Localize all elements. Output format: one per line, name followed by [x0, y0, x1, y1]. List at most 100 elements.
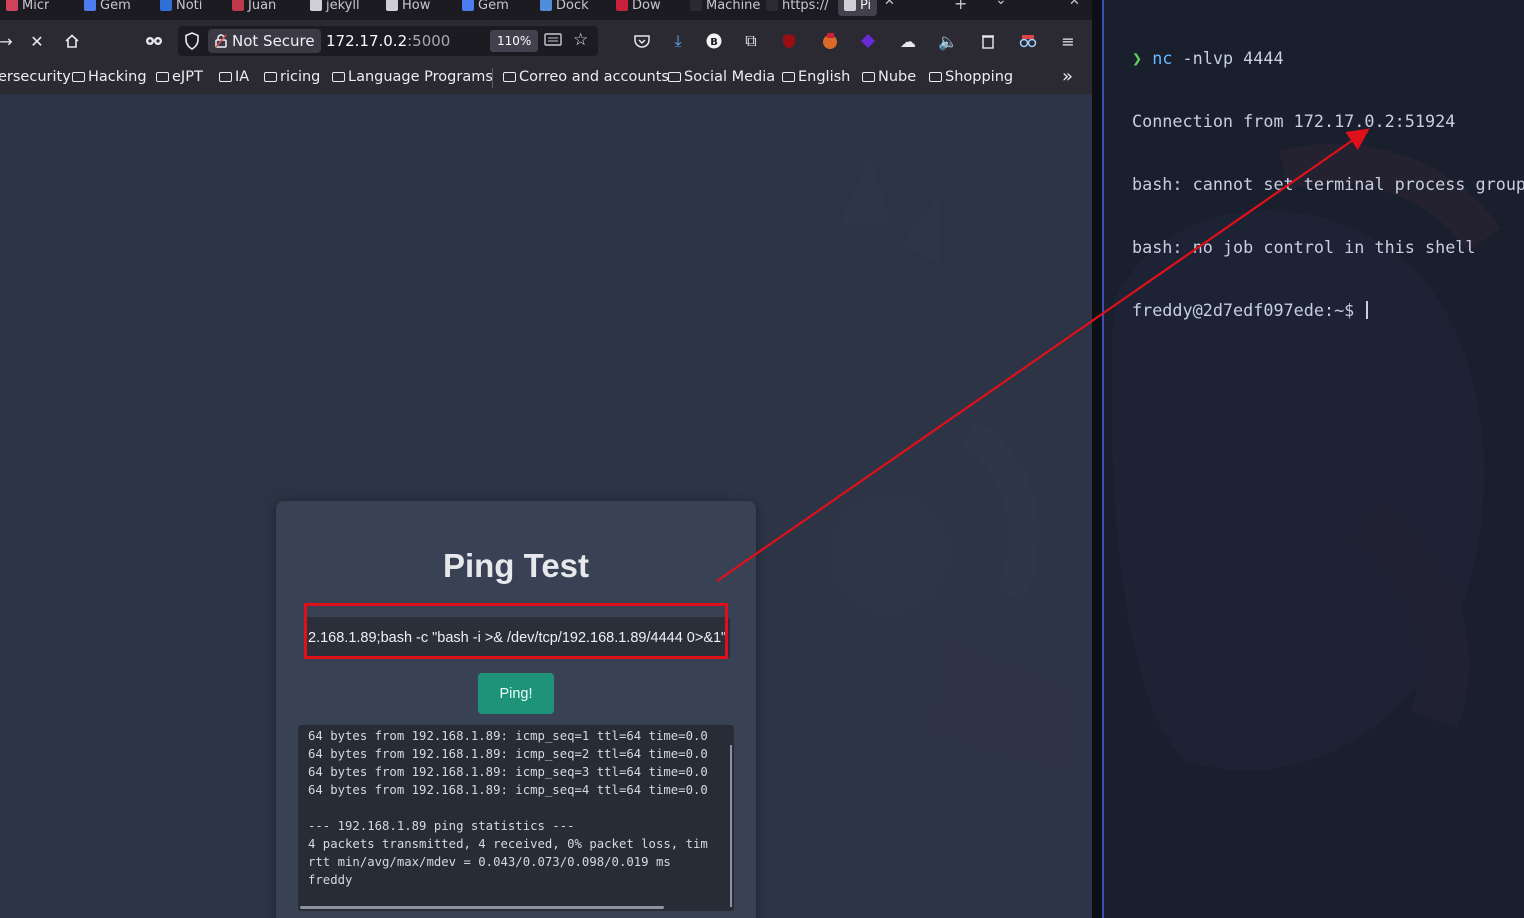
- browser-tab[interactable]: https://: [766, 0, 829, 16]
- ping-output-box[interactable]: 64 bytes from 192.168.1.89: icmp_seq=1 t…: [298, 725, 734, 911]
- bookmark-item[interactable]: Hacking: [72, 69, 147, 85]
- bookmark-item[interactable]: Correo and accounts: [503, 69, 669, 85]
- menu-icon[interactable]: ≡: [1056, 29, 1080, 53]
- extension-trash-icon[interactable]: [976, 29, 1000, 53]
- bookmark-item[interactable]: Shopping: [929, 69, 1013, 85]
- sound-icon[interactable]: 🔈: [936, 29, 960, 53]
- output-line: 64 bytes from 192.168.1.89: icmp_seq=4 t…: [308, 783, 708, 797]
- browser-tab[interactable]: Gem: [84, 0, 131, 16]
- stop-icon[interactable]: ✕: [25, 29, 49, 53]
- home-icon[interactable]: [60, 29, 84, 53]
- ping-button[interactable]: Ping!: [478, 673, 554, 714]
- svg-text:B: B: [710, 37, 718, 48]
- ping-test-card: Ping Test 2.168.1.89;bash -c "bash -i >&…: [276, 501, 756, 918]
- bookmark-item[interactable]: IA: [219, 69, 249, 85]
- tab-favicon-icon: [462, 0, 474, 11]
- bookmark-label: ricing: [280, 69, 321, 85]
- shield-icon[interactable]: [184, 32, 200, 54]
- bookmark-item[interactable]: ersecurity: [0, 69, 71, 85]
- bookmark-item[interactable]: ricing: [264, 69, 320, 85]
- extension-purple-icon[interactable]: [856, 29, 880, 53]
- output-line: --- 192.168.1.89 ping statistics ---: [308, 819, 575, 833]
- url-port: :5000: [407, 32, 451, 50]
- browser-tab[interactable]: Gem: [462, 0, 509, 16]
- tab-favicon-icon: [844, 0, 856, 11]
- ping-output-text: 64 bytes from 192.168.1.89: icmp_seq=1 t…: [298, 725, 734, 891]
- pocket-icon[interactable]: [630, 29, 654, 53]
- unlocked-icon: [215, 34, 227, 48]
- prompt-arrow-icon: ❯: [1132, 48, 1143, 68]
- ublock-icon[interactable]: [777, 29, 801, 53]
- extension-fox-icon[interactable]: [818, 29, 842, 53]
- window-close-icon[interactable]: ✕: [1069, 0, 1080, 9]
- terminal-output: ❯ nc -nlvp 4444 Connection from 172.17.0…: [1132, 6, 1524, 363]
- tab-label: https://: [782, 0, 829, 13]
- navigation-toolbar: → ✕ Not Secure 172.17.0.2:5000 110% ☆ ⤓ …: [0, 20, 1092, 62]
- tab-bar: Micr Gem Noti Juan jekyll How Gem Dock Dow Machin…: [0, 0, 1092, 20]
- url-bar[interactable]: Not Secure 172.17.0.2:5000 110% ☆: [178, 26, 598, 56]
- browser-tab[interactable]: Juan: [232, 0, 276, 16]
- browser-tab[interactable]: Machine: [690, 0, 760, 16]
- shell-prompt-line[interactable]: freddy@2d7edf097ede:~$: [1132, 300, 1524, 321]
- extension-spy-icon[interactable]: [1016, 29, 1040, 53]
- terminal-command-line: ❯ nc -nlvp 4444: [1132, 48, 1524, 69]
- bookmark-item[interactable]: Social Media: [668, 69, 775, 85]
- output-line: 64 bytes from 192.168.1.89: icmp_seq=3 t…: [308, 765, 708, 779]
- bookmarks-toolbar: ersecurity Hacking eJPT IA ricing Language Pr…: [0, 62, 1092, 95]
- zoom-level-badge[interactable]: 110%: [490, 30, 539, 52]
- tab-label: jekyll: [326, 0, 360, 13]
- output-horizontal-scrollbar[interactable]: [300, 906, 664, 909]
- bookmark-label: Shopping: [945, 69, 1014, 85]
- not-secure-label: Not Secure: [232, 32, 315, 50]
- bookmark-star-icon[interactable]: ☆: [573, 30, 588, 50]
- forward-icon[interactable]: →: [0, 29, 18, 53]
- bookmark-label: Hacking: [88, 69, 147, 85]
- browser-tab[interactable]: Pi: [838, 0, 878, 16]
- terminal-line: bash: no job control in this shell: [1132, 237, 1476, 257]
- terminal-window[interactable]: ❯ nc -nlvp 4444 Connection from 172.17.0…: [1104, 0, 1524, 918]
- new-tab-icon[interactable]: +: [954, 0, 967, 13]
- extension-b-icon[interactable]: B: [702, 29, 726, 53]
- tab-favicon-icon: [232, 0, 244, 11]
- tab-favicon-icon: [540, 0, 552, 11]
- bookmark-label: English: [798, 69, 851, 85]
- output-vertical-scrollbar[interactable]: [730, 745, 732, 907]
- tab-close-icon[interactable]: ✕: [884, 0, 895, 9]
- tab-label: Micr: [22, 0, 50, 13]
- browser-tab[interactable]: jekyll: [310, 0, 360, 16]
- browser-tab[interactable]: Dock: [540, 0, 589, 16]
- browser-tab[interactable]: Noti: [160, 0, 202, 16]
- bookmark-item[interactable]: eJPT: [156, 69, 203, 85]
- text-cursor: [1366, 301, 1369, 319]
- output-line: 64 bytes from 192.168.1.89: icmp_seq=2 t…: [308, 747, 708, 761]
- tab-label: Pi: [860, 0, 872, 13]
- extensions-puzzle-icon[interactable]: ⧉: [739, 29, 763, 53]
- output-line: 64 bytes from 192.168.1.89: icmp_seq=1 t…: [308, 729, 708, 743]
- output-line: rtt min/avg/max/mdev = 0.043/0.073/0.098…: [308, 855, 671, 869]
- bookmark-label: Correo and accounts: [519, 69, 669, 85]
- not-secure-badge[interactable]: Not Secure: [208, 29, 321, 53]
- folder-icon: [668, 72, 681, 82]
- folder-icon: [503, 72, 516, 82]
- url-host: 172.17.0.2: [326, 32, 408, 50]
- tab-list-chevron-icon[interactable]: ⌄: [995, 0, 1007, 8]
- tab-favicon-icon: [160, 0, 172, 11]
- bookmark-item[interactable]: Nube: [862, 69, 916, 85]
- tab-label: How: [402, 0, 431, 13]
- url-text[interactable]: 172.17.0.2:5000: [326, 32, 450, 50]
- browser-tab[interactable]: Dow: [616, 0, 661, 16]
- tab-favicon-icon: [766, 0, 778, 11]
- tab-favicon-icon: [84, 0, 96, 11]
- reader-view-icon[interactable]: [544, 32, 562, 52]
- bookmark-label: Social Media: [684, 69, 776, 85]
- tab-favicon-icon: [6, 0, 18, 11]
- download-icon[interactable]: ⤓: [666, 29, 690, 53]
- tab-favicon-icon: [616, 0, 628, 11]
- extension-cloud-icon[interactable]: ☁: [896, 29, 920, 53]
- more-bookmarks-chevron-icon[interactable]: »: [1062, 66, 1073, 87]
- browser-tab[interactable]: How: [386, 0, 430, 16]
- browser-tab[interactable]: Micr: [6, 0, 49, 16]
- bookmark-item[interactable]: Language Programs: [332, 69, 493, 85]
- bookmark-item[interactable]: English: [782, 69, 850, 85]
